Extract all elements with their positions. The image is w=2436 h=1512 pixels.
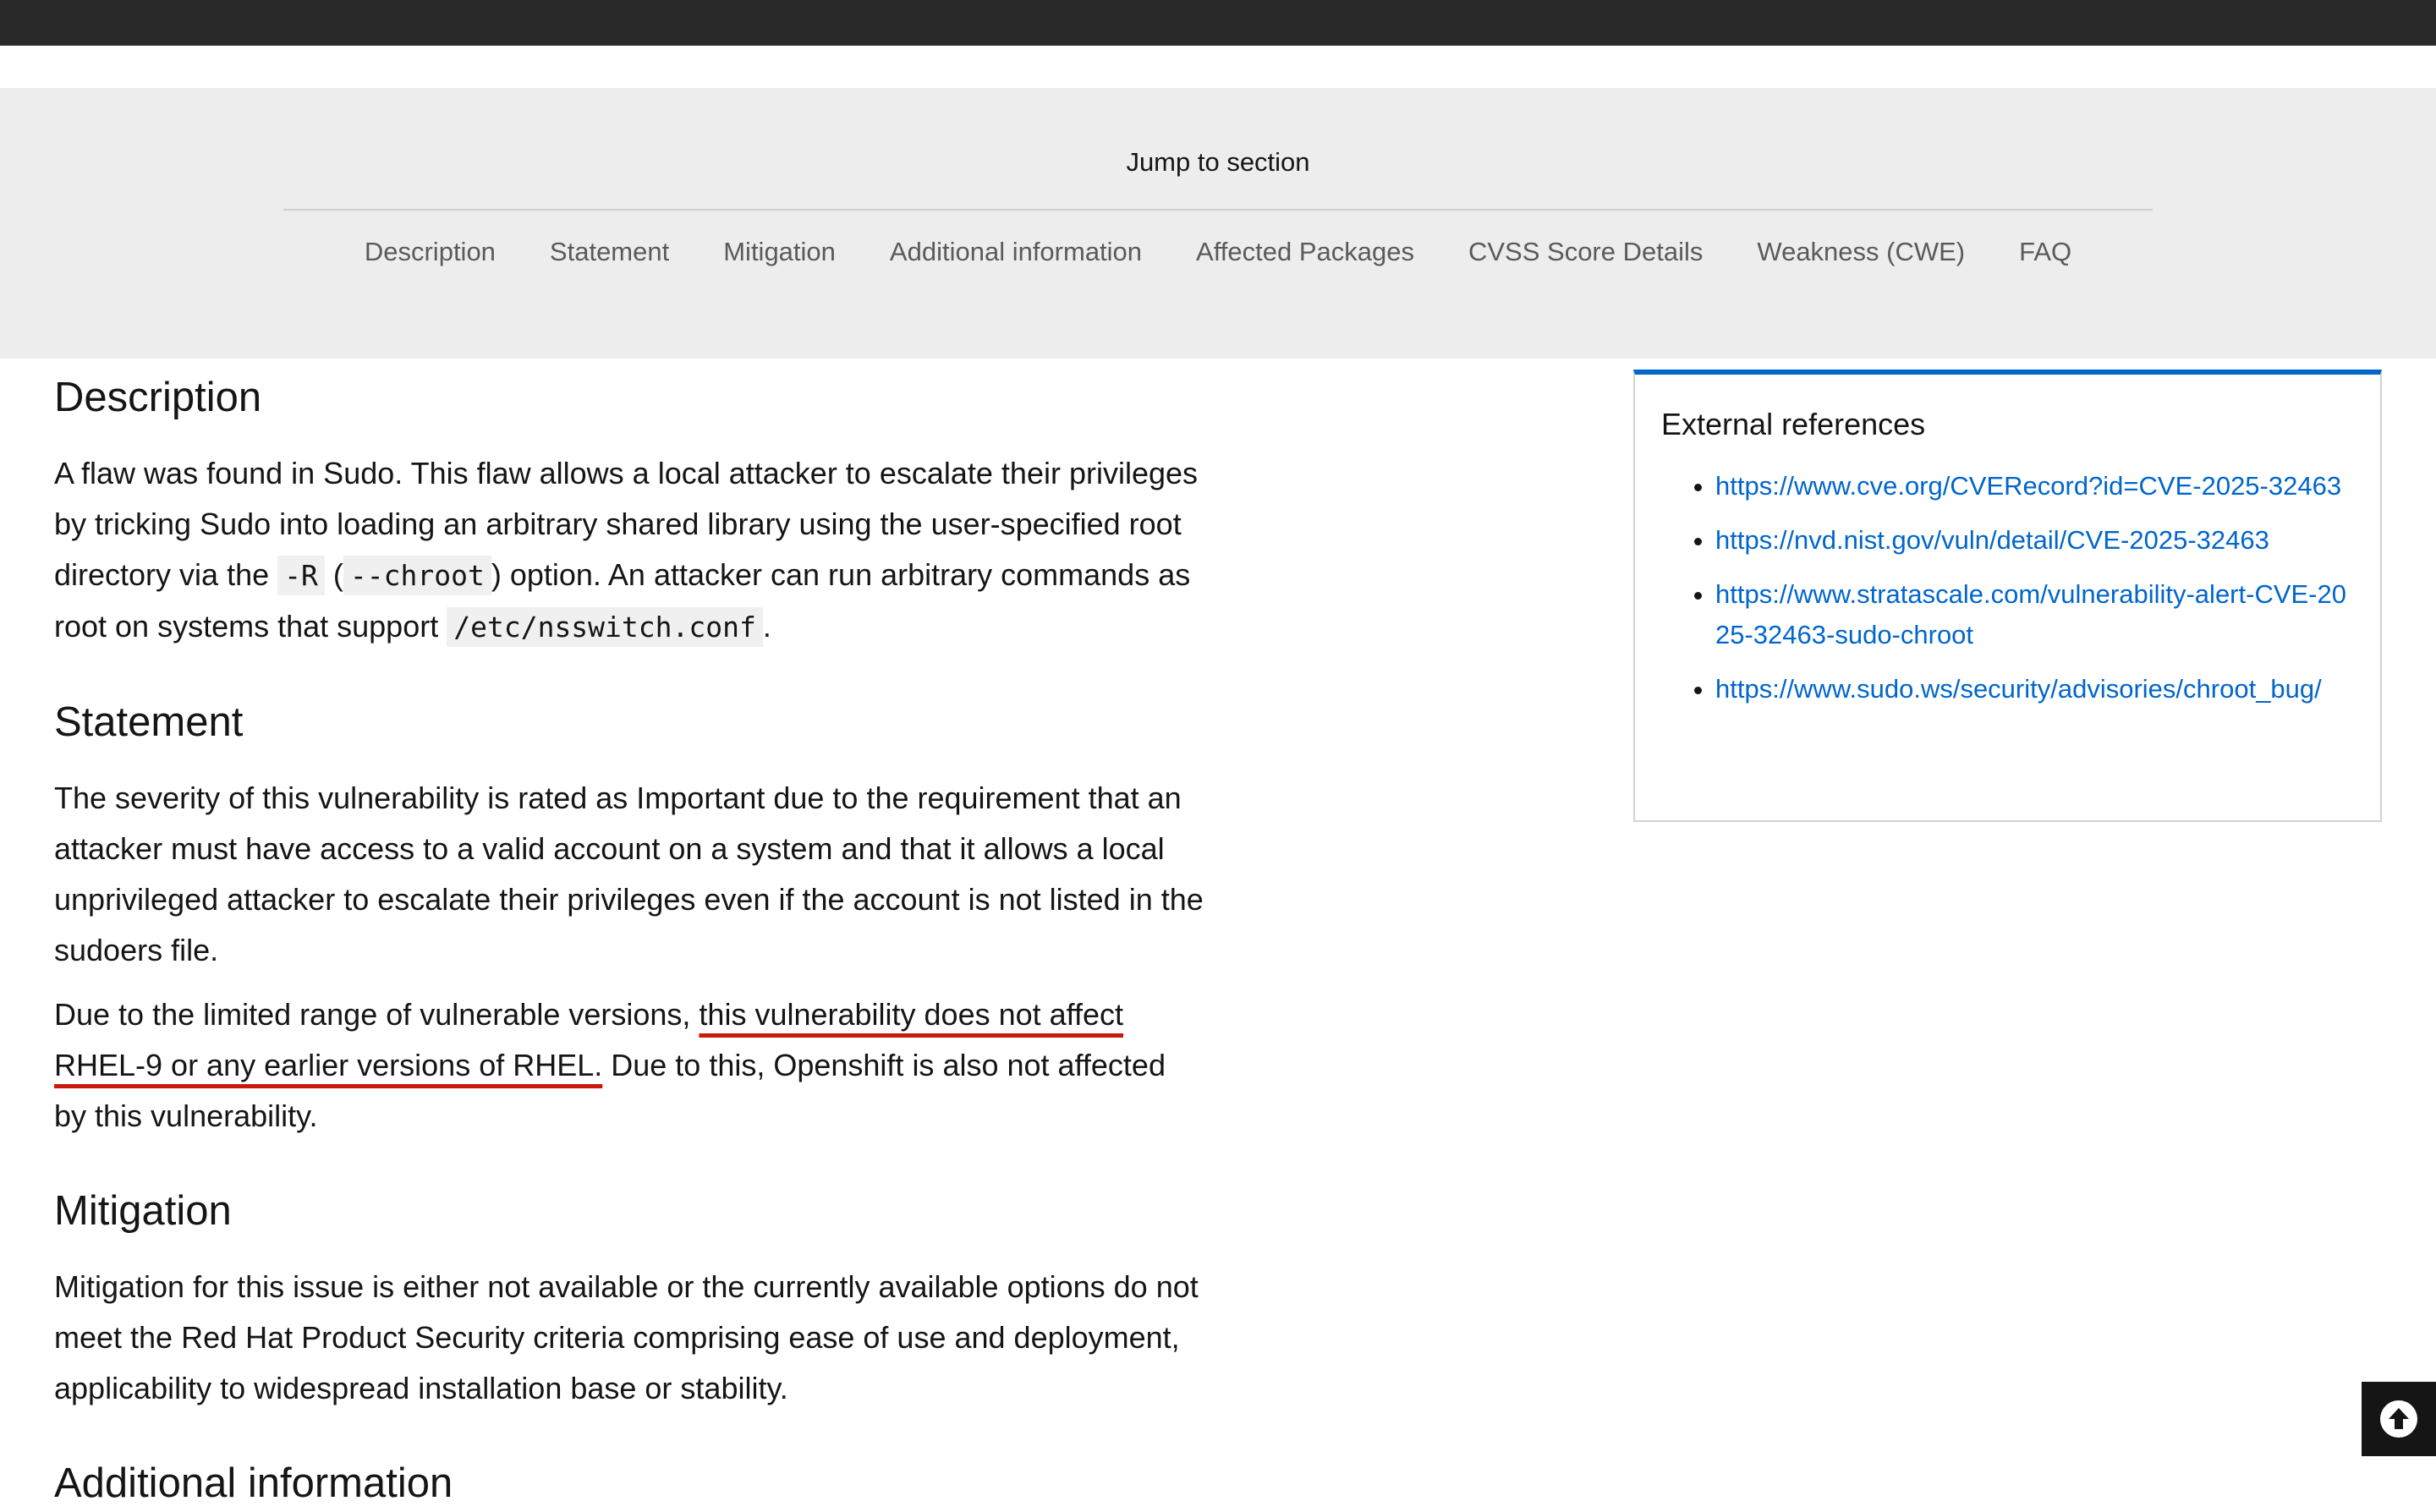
jump-link-faq[interactable]: FAQ	[2019, 237, 2071, 267]
jump-divider	[283, 209, 2153, 211]
description-text-part: (	[324, 557, 343, 592]
jump-link-mitigation[interactable]: Mitigation	[723, 237, 836, 267]
list-item: https://www.stratascale.com/vulnerabilit…	[1715, 574, 2358, 655]
mitigation-heading: Mitigation	[54, 1188, 232, 1234]
jump-to-section-title: Jump to section	[1126, 147, 1310, 177]
external-references-list: https://www.cve.org/CVERecord?id=CVE-202…	[1715, 466, 2358, 723]
jump-link-affected-packages[interactable]: Affected Packages	[1196, 237, 1414, 267]
list-item: https://www.sudo.ws/security/advisories/…	[1715, 669, 2358, 709]
external-references-card: External references https://www.cve.org/…	[1633, 370, 2382, 822]
code-chroot-flag: --chroot	[343, 556, 491, 595]
statement-heading: Statement	[54, 699, 244, 745]
reference-link-nvd[interactable]: https://nvd.nist.gov/vuln/detail/CVE-202…	[1715, 525, 2269, 555]
code-nsswitch-path: /etc/nsswitch.conf	[447, 607, 763, 647]
reference-link-stratascale[interactable]: https://www.stratascale.com/vulnerabilit…	[1715, 579, 2346, 649]
statement-paragraph-2: Due to the limited range of vulnerable v…	[54, 989, 1204, 1142]
code-r-flag: -R	[277, 556, 325, 595]
jump-to-section-panel: Jump to section Description Statement Mi…	[0, 88, 2436, 359]
additional-information-heading: Additional information	[54, 1460, 453, 1506]
list-item: https://www.cve.org/CVERecord?id=CVE-202…	[1715, 466, 2358, 507]
list-item: https://nvd.nist.gov/vuln/detail/CVE-202…	[1715, 520, 2358, 561]
jump-nav: Description Statement Mitigation Additio…	[283, 237, 2153, 267]
mitigation-text: Mitigation for this issue is either not …	[54, 1269, 1199, 1405]
jump-link-description[interactable]: Description	[365, 237, 496, 267]
reference-link-cve-org[interactable]: https://www.cve.org/CVERecord?id=CVE-202…	[1715, 471, 2341, 501]
statement-text-part: Due to the limited range of vulnerable v…	[54, 997, 700, 1032]
back-to-top-button[interactable]	[2362, 1382, 2436, 1456]
statement-paragraph-1: The severity of this vulnerability is ra…	[54, 781, 1204, 967]
circle-arrow-up-icon	[2380, 1400, 2417, 1438]
description-text-part: .	[762, 609, 771, 644]
jump-link-cvss-score-details[interactable]: CVSS Score Details	[1468, 237, 1703, 267]
main-content: Description A flaw was found in Sudo. Th…	[54, 369, 1204, 1512]
jump-link-additional-information[interactable]: Additional information	[890, 237, 1142, 267]
external-references-title: External references	[1661, 407, 1926, 441]
jump-link-weakness-cwe[interactable]: Weakness (CWE)	[1757, 237, 1965, 267]
top-header-bar	[0, 0, 2436, 46]
description-heading: Description	[54, 375, 262, 420]
jump-link-statement[interactable]: Statement	[550, 237, 669, 267]
reference-link-sudo-ws[interactable]: https://www.sudo.ws/security/advisories/…	[1715, 674, 2322, 704]
description-text: A flaw was found in Sudo. This flaw allo…	[54, 448, 1204, 653]
